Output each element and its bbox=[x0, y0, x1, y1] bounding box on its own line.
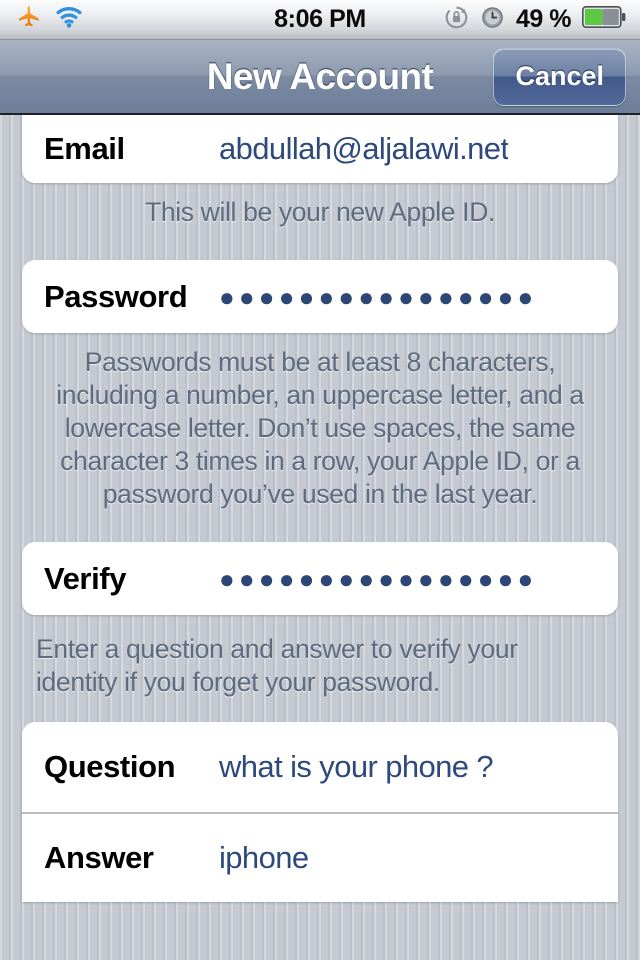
verify-card: Verify ●●●●●●●●●●●●●●●● bbox=[22, 542, 618, 615]
status-bar-right-icons: 49 % bbox=[444, 5, 626, 35]
rotation-lock-icon bbox=[444, 5, 469, 35]
status-bar: 8:06 PM 49 % bbox=[0, 0, 640, 40]
page-title: New Account bbox=[206, 55, 434, 97]
answer-row[interactable]: Answer iphone bbox=[22, 812, 618, 902]
password-row[interactable]: Password ●●●●●●●●●●●●●●●● bbox=[22, 260, 618, 333]
password-card: Password ●●●●●●●●●●●●●●●● bbox=[22, 260, 618, 333]
email-label: Email bbox=[44, 131, 125, 166]
cancel-button[interactable]: Cancel bbox=[493, 47, 626, 106]
email-row[interactable]: Email abdullah@aljalawi.net bbox=[22, 115, 618, 183]
iphone-screen: 8:06 PM 49 % New Account Cancel Email ab… bbox=[0, 0, 640, 960]
alarm-clock-icon bbox=[480, 5, 505, 35]
navigation-bar: New Account Cancel bbox=[0, 40, 640, 115]
verify-label: Verify bbox=[44, 560, 127, 596]
answer-input[interactable]: iphone bbox=[219, 840, 309, 876]
battery-percent-label: 49 % bbox=[516, 5, 571, 33]
question-row[interactable]: Question what is your phone ? bbox=[22, 722, 618, 812]
password-label: Password bbox=[44, 278, 188, 314]
question-label: Question bbox=[44, 749, 176, 784]
email-input[interactable]: abdullah@aljalawi.net bbox=[219, 131, 508, 167]
form-content: Email abdullah@aljalawi.net This will be… bbox=[0, 115, 640, 902]
password-footnote: Passwords must be at least 8 characters,… bbox=[56, 347, 584, 509]
answer-label: Answer bbox=[44, 840, 154, 875]
verify-row[interactable]: Verify ●●●●●●●●●●●●●●●● bbox=[22, 542, 618, 615]
question-input[interactable]: what is your phone ? bbox=[219, 749, 493, 785]
verify-input[interactable]: ●●●●●●●●●●●●●●●● bbox=[219, 566, 537, 592]
email-card: Email abdullah@aljalawi.net bbox=[22, 115, 618, 183]
verify-footnote: Enter a question and answer to verify yo… bbox=[36, 634, 518, 697]
battery-icon bbox=[582, 6, 626, 33]
security-question-card: Question what is your phone ? Answer iph… bbox=[22, 722, 618, 902]
email-footnote: This will be your new Apple ID. bbox=[144, 197, 495, 227]
password-input[interactable]: ●●●●●●●●●●●●●●●● bbox=[219, 284, 537, 310]
